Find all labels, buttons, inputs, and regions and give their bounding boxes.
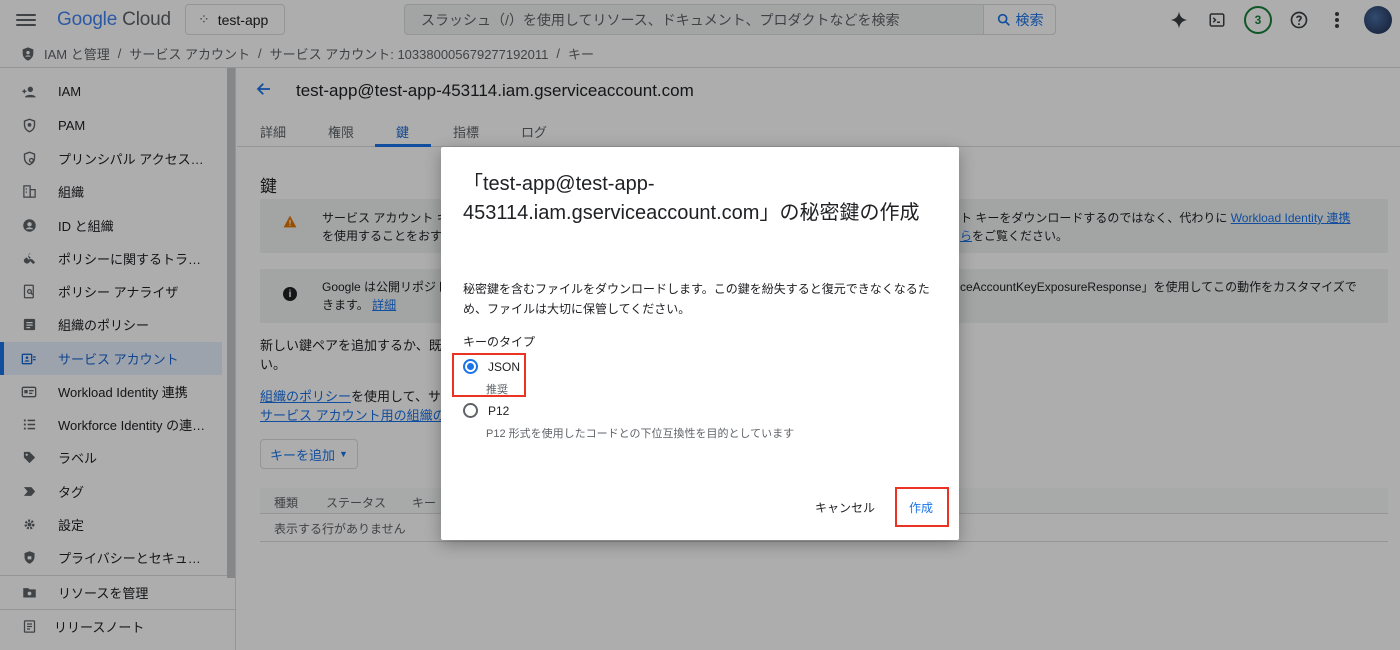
radio-p12-label: P12 [488,403,510,418]
radio-p12[interactable]: P12 [463,403,509,418]
cancel-button[interactable]: キャンセル [815,499,875,516]
dialog-description: 秘密鍵を含むファイルをダウンロードします。この鍵を紛失すると復元できなくなるため… [463,282,930,316]
radio-p12-sublabel: P12 形式を使用したコードとの下位互換性を目的としています [486,428,795,440]
key-type-label: キーのタイプ [463,335,536,349]
dialog-title: 「test-app@test-app-453114.iam.gserviceac… [463,173,920,224]
json-highlight-box [452,353,526,397]
create-private-key-dialog: 「test-app@test-app-453114.iam.gserviceac… [441,147,959,540]
radio-p12-indicator[interactable] [463,403,478,418]
create-highlight-box [895,487,949,527]
